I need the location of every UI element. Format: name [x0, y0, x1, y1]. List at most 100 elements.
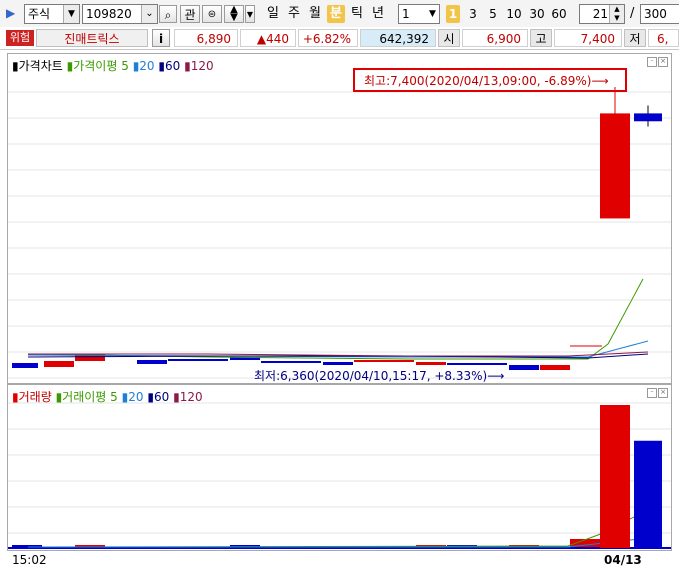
volume-legend: ▮거래량 ▮거래이평 5 ▮20 ▮60 ▮120: [12, 388, 203, 405]
price-chart-svg: [8, 87, 671, 379]
price-gridlines: [8, 91, 671, 379]
price-candle: [168, 359, 228, 361]
price-ma-60: 60: [165, 59, 181, 73]
period-year[interactable]: 년: [369, 5, 387, 23]
minimize-icon[interactable]: –: [647, 57, 657, 67]
gwan-label: 관: [184, 8, 196, 22]
period-week[interactable]: 주: [285, 5, 303, 23]
price-change: ▲440: [240, 29, 296, 47]
chevron-down-icon: ▼: [246, 10, 254, 19]
stack-icon: ⊜: [207, 9, 217, 20]
count-stepper[interactable]: 21 ▲ ▼: [579, 4, 625, 24]
minute-button-30[interactable]: 30: [528, 5, 546, 23]
period-month[interactable]: 월: [306, 5, 324, 23]
total-count-input[interactable]: 300: [640, 4, 679, 24]
price-candle: [12, 363, 38, 368]
current-price: 6,890: [174, 29, 238, 47]
count-value: 21: [592, 7, 608, 21]
price-candle: [44, 361, 74, 367]
legend-marker-icon: ▮: [12, 59, 19, 73]
ma5-line: [27, 278, 644, 360]
high-label: 고: [530, 29, 552, 47]
close-icon[interactable]: ×: [658, 57, 668, 67]
open-label: 시: [438, 29, 460, 47]
period-day[interactable]: 일: [264, 5, 282, 23]
stepper-icon[interactable]: ▲ ▼: [609, 5, 624, 23]
legend-marker-icon: ▮: [173, 390, 180, 404]
quote-info-row: 위험 진매트릭스 i 6,890 ▲440 +6.82% 642,392 시 6…: [0, 27, 679, 50]
minute-button-5[interactable]: 5: [486, 5, 500, 23]
minimize-icon[interactable]: –: [647, 388, 657, 398]
close-icon[interactable]: ×: [658, 388, 668, 398]
legend-marker-icon: ▮: [12, 390, 19, 404]
volume-value: 642,392: [360, 29, 436, 47]
legend-marker-icon: ▮: [147, 390, 154, 404]
x-axis-left-label: 15:02: [12, 553, 47, 567]
updown-button[interactable]: ▲ ▼: [224, 5, 244, 23]
price-legend-title: 가격차트: [18, 59, 63, 73]
info-button[interactable]: i: [152, 29, 170, 47]
link-arrow-icon[interactable]: ▶: [6, 6, 15, 20]
market-select[interactable]: 주식 ▼: [24, 4, 80, 24]
main-candle: [634, 113, 662, 122]
price-candle: [323, 362, 353, 365]
low-annotation: 최저:6,360(2020/04/10,15:17, +8.33%)⟶: [254, 369, 505, 383]
price-change-pct: +6.82%: [298, 29, 358, 47]
price-legend: ▮가격차트 ▮가격이평 5 ▮20 ▮60 ▮120: [12, 57, 214, 74]
period-minute[interactable]: 분: [327, 5, 345, 23]
chevron-down-icon[interactable]: ▼: [63, 5, 79, 23]
chart-toolbar: ▶ 주식 ▼ 109820 ⌄ ⌕ 관 ⊜ ▲ ▼ ▼ 일 주 월 분 틱 년 1…: [0, 0, 679, 28]
legend-marker-icon: ▮: [184, 59, 191, 73]
gwan-button[interactable]: 관: [180, 5, 200, 23]
high-value: 7,400: [554, 29, 622, 47]
more-button[interactable]: ▼: [245, 5, 255, 23]
interval-select[interactable]: 1 ▼: [398, 4, 440, 24]
price-chart-pane[interactable]: ▮가격차트 ▮가격이평 5 ▮20 ▮60 ▮120 – × 최고:7,400(…: [7, 53, 672, 384]
volume-ma-20: 20: [128, 390, 144, 404]
open-value: 6,900: [462, 29, 528, 47]
total-count-value: 300: [644, 7, 667, 21]
price-candle: [447, 363, 507, 365]
minute-button-3[interactable]: 3: [466, 5, 480, 23]
minute-button-1[interactable]: 1: [446, 5, 460, 23]
stock-code-value: 109820: [86, 7, 132, 21]
search-icon: ⌕: [164, 8, 172, 22]
stock-code-input[interactable]: 109820 ⌄: [82, 4, 158, 24]
chevron-down-icon[interactable]: ▼: [426, 5, 439, 23]
x-axis-right-label: 04/13: [604, 553, 642, 567]
price-ma-20: 20: [139, 59, 155, 73]
market-select-value: 주식: [28, 7, 51, 21]
price-candle: [137, 360, 167, 364]
main-candle: [600, 113, 630, 219]
price-ma-120: 120: [190, 59, 214, 73]
price-ma-label: 가격이평: [73, 59, 118, 73]
minute-button-10[interactable]: 10: [505, 5, 523, 23]
stock-name: 진매트릭스: [36, 29, 148, 47]
interval-value: 1: [402, 7, 410, 21]
price-candle: [509, 365, 539, 370]
price-ma-5: 5: [121, 59, 129, 73]
volume-chart-pane[interactable]: ▮거래량 ▮거래이평 5 ▮20 ▮60 ▮120 – ×: [7, 384, 672, 551]
high-annotation: 최고:7,400(2020/04/13,09:00, -6.89%)⟶: [364, 74, 609, 88]
volume-chart-svg: [8, 402, 671, 549]
main-volume-bar: [600, 405, 630, 548]
chevron-down-icon[interactable]: ⌄: [141, 5, 157, 23]
search-button[interactable]: ⌕: [159, 5, 177, 23]
low-value: 6,: [648, 29, 679, 47]
info-icon: i: [158, 32, 164, 46]
price-candle: [416, 362, 446, 365]
period-tick[interactable]: 틱: [348, 5, 366, 23]
volume-legend-title: 거래량: [18, 390, 52, 404]
x-axis: 15:02 04/13: [0, 551, 679, 569]
volume-ma-120: 120: [179, 390, 203, 404]
low-label: 저: [624, 29, 646, 47]
warning-badge: 위험: [6, 30, 34, 46]
volume-gridlines: [8, 402, 671, 534]
volume-ma-label: 거래이평: [62, 390, 107, 404]
chart-type-button[interactable]: ⊜: [202, 5, 222, 23]
price-candle: [540, 365, 570, 370]
volume-ma-5: 5: [110, 390, 118, 404]
main-volume-bar: [634, 440, 662, 548]
volume-ma-60: 60: [153, 390, 170, 404]
minute-button-60[interactable]: 60: [550, 5, 568, 23]
